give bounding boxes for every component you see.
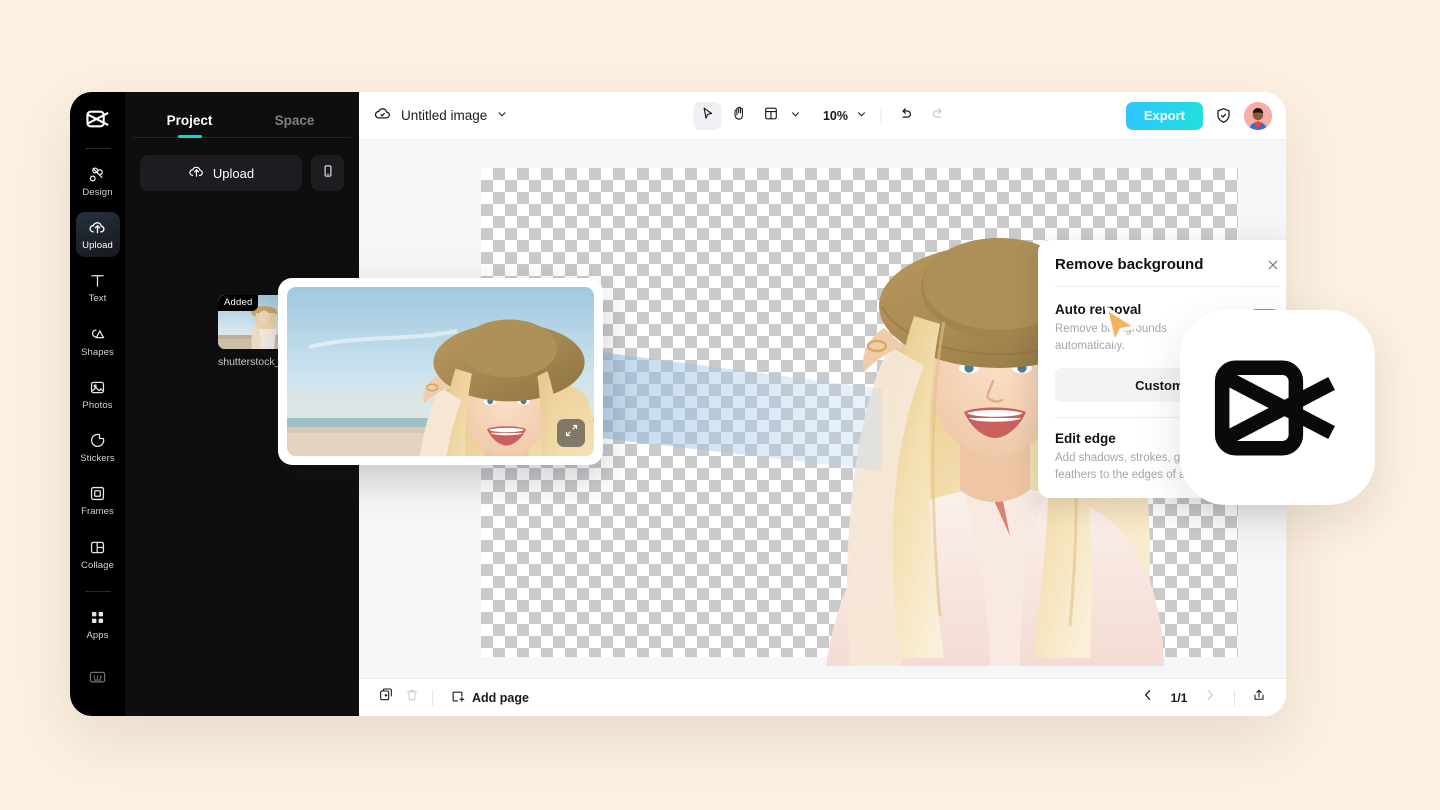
keyboard-icon: [88, 670, 107, 685]
cloud-saved-icon: [373, 104, 392, 128]
sidebar-item-frames[interactable]: Frames: [76, 478, 120, 523]
left-tool-rail: Design Upload Text: [70, 92, 125, 716]
bottombar-divider: [432, 690, 433, 706]
document-title-group[interactable]: Untitled image: [373, 104, 508, 128]
hand-icon: [730, 105, 747, 127]
hand-tool-button[interactable]: [725, 102, 753, 130]
redo-button[interactable]: [924, 102, 952, 130]
panel-title: Remove background: [1055, 256, 1203, 273]
sidebar-item-design[interactable]: Design: [76, 159, 120, 204]
capcut-logo-icon: [1211, 341, 1345, 475]
undo-button[interactable]: [892, 102, 920, 130]
sidebar-item-collage[interactable]: Collage: [76, 531, 120, 576]
toolbar-divider: [880, 108, 881, 124]
sidebar-item-label: Stickers: [80, 453, 115, 464]
export-page-icon: [1251, 687, 1267, 708]
remove-background-header: Remove background: [1038, 240, 1286, 286]
asset-added-badge: Added: [218, 295, 258, 311]
expand-arrows-icon: [564, 423, 579, 443]
sidebar-item-label: Collage: [81, 560, 114, 571]
topbar-right: Export: [1126, 102, 1272, 130]
upload-row: Upload: [125, 138, 359, 191]
sidebar-item-label: Apps: [86, 630, 108, 641]
sidebar-item-shapes[interactable]: Shapes: [76, 319, 120, 364]
rail-divider-2: [85, 591, 111, 592]
frames-icon: [88, 484, 107, 503]
design-icon: [88, 165, 107, 184]
editor-topbar: Untitled image: [359, 92, 1286, 140]
expand-preview-button[interactable]: [557, 419, 585, 447]
capcut-logo-icon[interactable]: [85, 106, 111, 132]
capcut-editor-window: Design Upload Text: [70, 92, 1286, 716]
chevron-right-icon: [1202, 687, 1218, 708]
preview-image: [287, 287, 594, 456]
tab-space[interactable]: Space: [242, 113, 347, 137]
add-page-icon: [450, 689, 465, 707]
undo-icon: [898, 105, 915, 127]
sidebar-item-label: Design: [82, 187, 112, 198]
page-navigation: 1/1: [1135, 685, 1272, 711]
sidebar-item-label: Shapes: [81, 347, 114, 358]
zoom-control[interactable]: 10%: [817, 107, 869, 125]
avatar[interactable]: [1244, 102, 1272, 130]
add-page-button[interactable]: Add page: [450, 689, 529, 707]
preview-photo: [287, 287, 594, 456]
duplicate-page-button[interactable]: [373, 685, 399, 711]
document-title: Untitled image: [401, 108, 487, 123]
upload-button-label: Upload: [213, 166, 254, 181]
sidebar-item-label: Upload: [82, 240, 113, 251]
prev-page-button[interactable]: [1135, 685, 1161, 711]
topbar-tools: 10%: [693, 102, 952, 130]
zoom-chevron-down-icon: [855, 107, 867, 125]
next-page-button[interactable]: [1197, 685, 1223, 711]
redo-icon: [930, 105, 947, 127]
stickers-icon: [88, 431, 107, 450]
layout-chevron-down-icon[interactable]: [789, 107, 801, 125]
capcut-app-badge: [1180, 310, 1375, 505]
image-preview-card[interactable]: [278, 278, 603, 465]
avatar-image: [1244, 102, 1272, 130]
upload-cloud-icon: [188, 163, 205, 183]
upload-from-phone-button[interactable]: [311, 155, 344, 191]
shapes-icon: [88, 325, 107, 344]
collage-icon: [88, 538, 107, 557]
select-tool-button[interactable]: [693, 102, 721, 130]
photos-icon: [88, 378, 107, 397]
cursor-arrow-icon: [698, 105, 715, 127]
sidebar-item-label: Frames: [81, 506, 114, 517]
sidebar-item-text[interactable]: Text: [76, 265, 120, 310]
apps-grid-icon: [88, 608, 107, 627]
sidebar-item-keyboard[interactable]: [76, 655, 120, 700]
sidebar-item-photos[interactable]: Photos: [76, 372, 120, 417]
close-icon[interactable]: [1265, 257, 1281, 273]
sidebar-item-upload[interactable]: Upload: [76, 212, 120, 257]
delete-page-button[interactable]: [399, 685, 425, 711]
sidebar-item-apps[interactable]: Apps: [76, 602, 120, 647]
export-button[interactable]: Export: [1126, 102, 1203, 130]
screenshot-root: Design Upload Text: [0, 0, 1440, 810]
editor-bottombar: Add page 1/1: [359, 678, 1286, 716]
trash-icon: [404, 687, 420, 708]
layout-panel-icon: [762, 105, 779, 127]
chevron-down-icon[interactable]: [496, 107, 508, 125]
upload-cloud-icon: [88, 218, 107, 237]
tab-project[interactable]: Project: [137, 113, 242, 137]
text-icon: [88, 271, 107, 290]
layout-tool-button[interactable]: [757, 102, 785, 130]
sidebar-item-stickers[interactable]: Stickers: [76, 425, 120, 470]
shield-check-icon[interactable]: [1214, 106, 1233, 125]
rail-divider: [85, 148, 111, 149]
page-indicator: 1/1: [1165, 691, 1193, 705]
chevron-left-icon: [1140, 687, 1156, 708]
export-page-button[interactable]: [1246, 685, 1272, 711]
sidebar-item-label: Photos: [82, 400, 112, 411]
duplicate-page-icon: [378, 687, 394, 708]
upload-button[interactable]: Upload: [140, 155, 302, 191]
panel-tabs: Project Space: [125, 92, 359, 137]
sidebar-item-label: Text: [89, 293, 107, 304]
bottombar-divider-2: [1234, 690, 1235, 706]
add-page-label: Add page: [472, 691, 529, 705]
zoom-value: 10%: [819, 109, 852, 123]
mobile-phone-icon: [321, 164, 335, 183]
